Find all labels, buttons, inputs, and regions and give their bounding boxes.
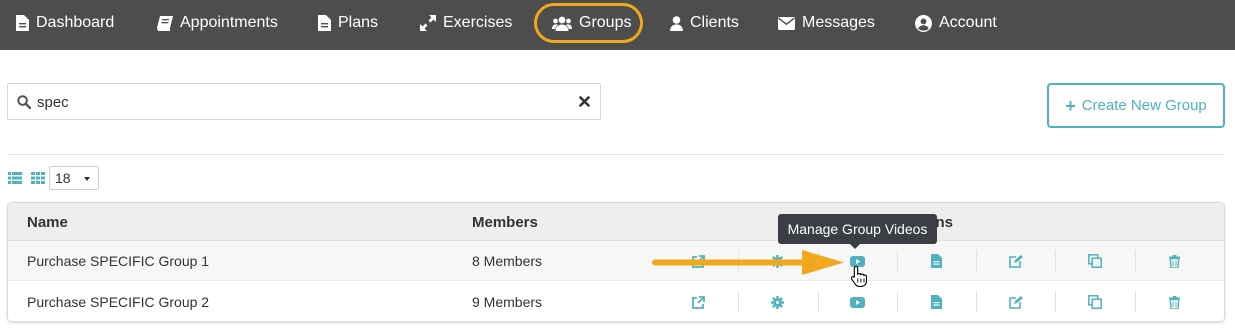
group-settings-button[interactable] bbox=[738, 282, 817, 321]
plus-icon: + bbox=[1065, 95, 1076, 116]
nav-exercises-label: Exercises bbox=[443, 14, 513, 31]
book-icon bbox=[157, 15, 173, 31]
group-members: 8 Members bbox=[472, 253, 543, 269]
document-icon bbox=[931, 254, 942, 268]
search-box bbox=[7, 83, 601, 120]
edit-group-button[interactable] bbox=[976, 282, 1055, 321]
top-navigation: Dashboard Appointments Plans Exercises G… bbox=[0, 0, 1235, 50]
create-new-group-button[interactable]: + Create New Group bbox=[1047, 83, 1225, 128]
file-icon bbox=[318, 15, 331, 31]
divider bbox=[7, 154, 1225, 155]
table-row: Purchase SPECIFIC Group 1 8 Members bbox=[8, 241, 1224, 281]
nav-plans[interactable]: Plans bbox=[318, 0, 378, 46]
table-header: Name Members Actions bbox=[8, 203, 1224, 241]
hand-pointer-icon bbox=[851, 265, 867, 287]
gear-icon bbox=[771, 295, 784, 309]
user-circle-icon bbox=[915, 14, 932, 32]
edit-group-button[interactable] bbox=[976, 241, 1055, 281]
search-icon bbox=[17, 95, 31, 109]
envelope-icon bbox=[778, 16, 795, 30]
nav-messages-label: Messages bbox=[802, 14, 875, 31]
delete-group-button[interactable] bbox=[1135, 241, 1214, 281]
groups-table: Name Members Actions Purchase SPECIFIC G… bbox=[7, 202, 1225, 322]
annotation-arrow-icon bbox=[652, 250, 844, 275]
column-header-name: Name bbox=[27, 214, 68, 231]
duplicate-group-button[interactable] bbox=[1055, 241, 1134, 281]
nav-appointments[interactable]: Appointments bbox=[157, 0, 278, 46]
nav-exercises[interactable]: Exercises bbox=[420, 0, 512, 46]
expand-icon bbox=[420, 15, 436, 31]
group-document-button[interactable] bbox=[897, 282, 976, 321]
edit-icon bbox=[1008, 295, 1023, 309]
list-view-icon[interactable] bbox=[8, 172, 22, 184]
delete-group-button[interactable] bbox=[1135, 282, 1214, 321]
nav-dashboard-label: Dashboard bbox=[36, 14, 115, 31]
nav-appointments-label: Appointments bbox=[180, 14, 278, 31]
search-input[interactable] bbox=[37, 92, 557, 112]
document-icon bbox=[931, 295, 942, 309]
open-group-button[interactable] bbox=[659, 282, 738, 321]
nav-clients-label: Clients bbox=[690, 14, 739, 31]
group-document-button[interactable] bbox=[897, 241, 976, 281]
trash-icon bbox=[1169, 254, 1180, 268]
video-play-icon bbox=[850, 296, 865, 308]
external-link-icon bbox=[692, 295, 705, 309]
user-icon bbox=[670, 15, 683, 31]
group-members: 9 Members bbox=[472, 294, 543, 310]
nav-clients[interactable]: Clients bbox=[670, 0, 739, 46]
page-size-value: 18 bbox=[55, 170, 71, 186]
nav-dashboard[interactable]: Dashboard bbox=[16, 0, 114, 46]
column-header-members: Members bbox=[472, 214, 538, 231]
group-name: Purchase SPECIFIC Group 2 bbox=[27, 294, 210, 310]
trash-icon bbox=[1169, 295, 1180, 309]
group-name: Purchase SPECIFIC Group 1 bbox=[27, 253, 210, 269]
table-row: Purchase SPECIFIC Group 2 9 Members bbox=[8, 282, 1224, 321]
manage-group-videos-button[interactable] bbox=[818, 282, 897, 321]
caret-down-icon bbox=[84, 177, 90, 181]
duplicate-group-button[interactable] bbox=[1055, 282, 1134, 321]
grid-view-icon[interactable] bbox=[31, 172, 45, 184]
edit-icon bbox=[1008, 254, 1023, 268]
clear-icon[interactable] bbox=[579, 96, 590, 107]
nav-messages[interactable]: Messages bbox=[778, 0, 875, 46]
nav-account-label: Account bbox=[939, 14, 997, 31]
copy-icon bbox=[1087, 295, 1102, 309]
file-icon bbox=[16, 15, 29, 31]
page-size-select[interactable]: 18 bbox=[49, 166, 99, 190]
copy-icon bbox=[1087, 254, 1102, 268]
tooltip-text: Manage Group Videos bbox=[787, 221, 928, 237]
groups-highlight-ring bbox=[534, 3, 643, 43]
nav-account[interactable]: Account bbox=[915, 0, 997, 46]
tooltip: Manage Group Videos bbox=[778, 214, 937, 249]
create-new-group-label: Create New Group bbox=[1081, 97, 1207, 114]
nav-plans-label: Plans bbox=[338, 14, 379, 31]
